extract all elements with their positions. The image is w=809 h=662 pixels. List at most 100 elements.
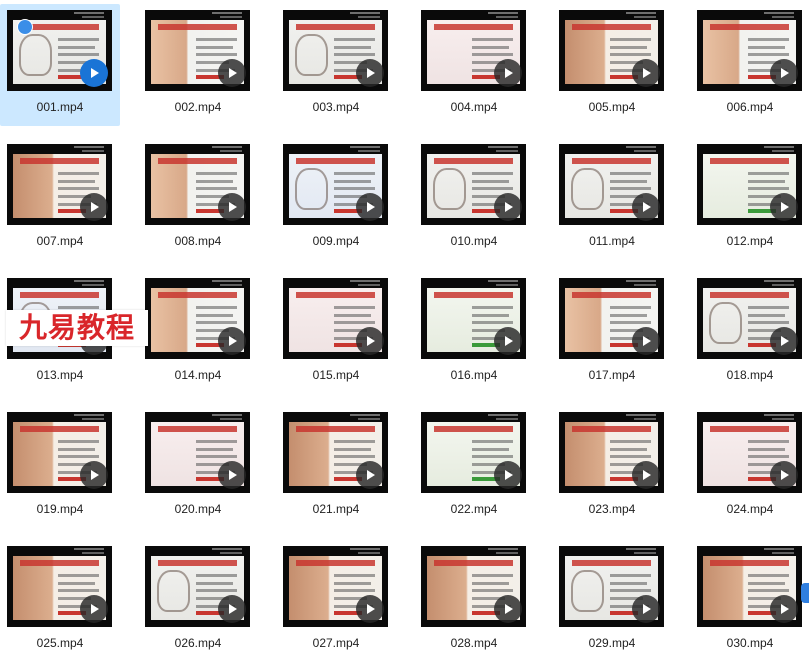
play-icon[interactable] <box>632 327 660 355</box>
play-icon[interactable] <box>80 59 108 87</box>
file-item[interactable]: 027.mp4 <box>276 540 396 662</box>
file-item[interactable]: 009.mp4 <box>276 138 396 260</box>
play-icon[interactable] <box>218 327 246 355</box>
file-item[interactable]: 025.mp4 <box>0 540 120 662</box>
file-item[interactable]: 018.mp4 <box>690 272 809 394</box>
file-item[interactable]: 024.mp4 <box>690 406 809 528</box>
file-item[interactable]: 026.mp4 <box>138 540 258 662</box>
file-item[interactable]: 002.mp4 <box>138 4 258 126</box>
video-thumbnail[interactable] <box>697 278 802 359</box>
file-item[interactable]: 011.mp4 <box>552 138 672 260</box>
video-thumbnail[interactable] <box>283 412 388 493</box>
file-item[interactable]: 017.mp4 <box>552 272 672 394</box>
file-item[interactable]: 015.mp4 <box>276 272 396 394</box>
video-thumbnail[interactable] <box>559 144 664 225</box>
file-item[interactable]: 007.mp4 <box>0 138 120 260</box>
file-item[interactable]: 022.mp4 <box>414 406 534 528</box>
thumbnail-caption-line <box>350 280 380 282</box>
side-scroll-indicator[interactable] <box>801 583 809 603</box>
video-thumbnail[interactable] <box>145 546 250 627</box>
play-icon[interactable] <box>632 595 660 623</box>
video-thumbnail[interactable] <box>421 144 526 225</box>
video-thumbnail[interactable] <box>7 546 112 627</box>
thumbnail-caption-line <box>626 280 656 282</box>
checkbox-icon[interactable] <box>17 19 33 35</box>
video-thumbnail[interactable] <box>283 144 388 225</box>
video-thumbnail[interactable] <box>421 546 526 627</box>
play-icon[interactable] <box>218 461 246 489</box>
play-icon[interactable] <box>80 595 108 623</box>
play-icon[interactable] <box>80 193 108 221</box>
video-thumbnail[interactable] <box>697 10 802 91</box>
file-item[interactable]: 012.mp4 <box>690 138 809 260</box>
file-item[interactable]: 005.mp4 <box>552 4 672 126</box>
video-thumbnail[interactable] <box>145 278 250 359</box>
file-name: 008.mp4 <box>174 234 222 248</box>
slide-text-line <box>333 179 371 183</box>
file-item[interactable]: 021.mp4 <box>276 406 396 528</box>
video-thumbnail[interactable] <box>283 10 388 91</box>
video-thumbnail[interactable] <box>559 412 664 493</box>
video-thumbnail[interactable] <box>559 546 664 627</box>
play-icon[interactable] <box>218 595 246 623</box>
file-item[interactable]: 008.mp4 <box>138 138 258 260</box>
file-item[interactable]: 016.mp4 <box>414 272 534 394</box>
video-thumbnail[interactable] <box>559 10 664 91</box>
file-item[interactable]: 006.mp4 <box>690 4 809 126</box>
file-item[interactable]: 029.mp4 <box>552 540 672 662</box>
play-icon[interactable] <box>770 193 798 221</box>
video-thumbnail[interactable] <box>7 144 112 225</box>
play-icon[interactable] <box>356 461 384 489</box>
file-item[interactable]: 004.mp4 <box>414 4 534 126</box>
play-icon[interactable] <box>356 327 384 355</box>
play-icon[interactable] <box>770 59 798 87</box>
thumbnail-caption-line <box>358 150 380 152</box>
video-thumbnail[interactable] <box>559 278 664 359</box>
file-item[interactable]: 028.mp4 <box>414 540 534 662</box>
video-thumbnail[interactable] <box>697 412 802 493</box>
slide-text-line <box>471 187 514 191</box>
file-item[interactable]: 030.mp4 <box>690 540 809 662</box>
play-icon[interactable] <box>356 59 384 87</box>
file-item[interactable]: 014.mp4 <box>138 272 258 394</box>
video-thumbnail[interactable] <box>421 10 526 91</box>
file-item[interactable]: 020.mp4 <box>138 406 258 528</box>
file-item[interactable]: 023.mp4 <box>552 406 672 528</box>
play-icon[interactable] <box>770 595 798 623</box>
video-thumbnail[interactable] <box>145 10 250 91</box>
play-icon[interactable] <box>494 595 522 623</box>
play-icon[interactable] <box>632 193 660 221</box>
file-item[interactable]: 003.mp4 <box>276 4 396 126</box>
play-icon[interactable] <box>494 327 522 355</box>
video-thumbnail[interactable] <box>145 144 250 225</box>
play-icon[interactable] <box>494 59 522 87</box>
play-icon[interactable] <box>80 461 108 489</box>
video-thumbnail[interactable] <box>697 144 802 225</box>
file-name: 019.mp4 <box>36 502 84 516</box>
video-thumbnail[interactable] <box>421 278 526 359</box>
play-icon[interactable] <box>494 193 522 221</box>
thumbnail-caption-line <box>626 146 656 148</box>
play-icon[interactable] <box>770 327 798 355</box>
video-thumbnail[interactable] <box>697 546 802 627</box>
video-thumbnail[interactable] <box>283 278 388 359</box>
video-thumbnail[interactable] <box>283 546 388 627</box>
video-thumbnail[interactable] <box>7 10 112 91</box>
play-icon[interactable] <box>356 595 384 623</box>
video-thumbnail[interactable] <box>421 412 526 493</box>
file-item[interactable]: 010.mp4 <box>414 138 534 260</box>
play-icon[interactable] <box>218 193 246 221</box>
play-icon[interactable] <box>218 59 246 87</box>
video-thumbnail[interactable] <box>7 412 112 493</box>
file-item[interactable]: 001.mp4 <box>0 4 120 126</box>
play-icon[interactable] <box>356 193 384 221</box>
file-item[interactable]: 019.mp4 <box>0 406 120 528</box>
play-icon[interactable] <box>632 461 660 489</box>
file-name: 020.mp4 <box>174 502 222 516</box>
play-icon[interactable] <box>770 461 798 489</box>
play-icon[interactable] <box>632 59 660 87</box>
video-thumbnail[interactable] <box>145 412 250 493</box>
slide-text-line <box>195 589 238 593</box>
thumbnail-caption-line <box>82 284 104 286</box>
play-icon[interactable] <box>494 461 522 489</box>
